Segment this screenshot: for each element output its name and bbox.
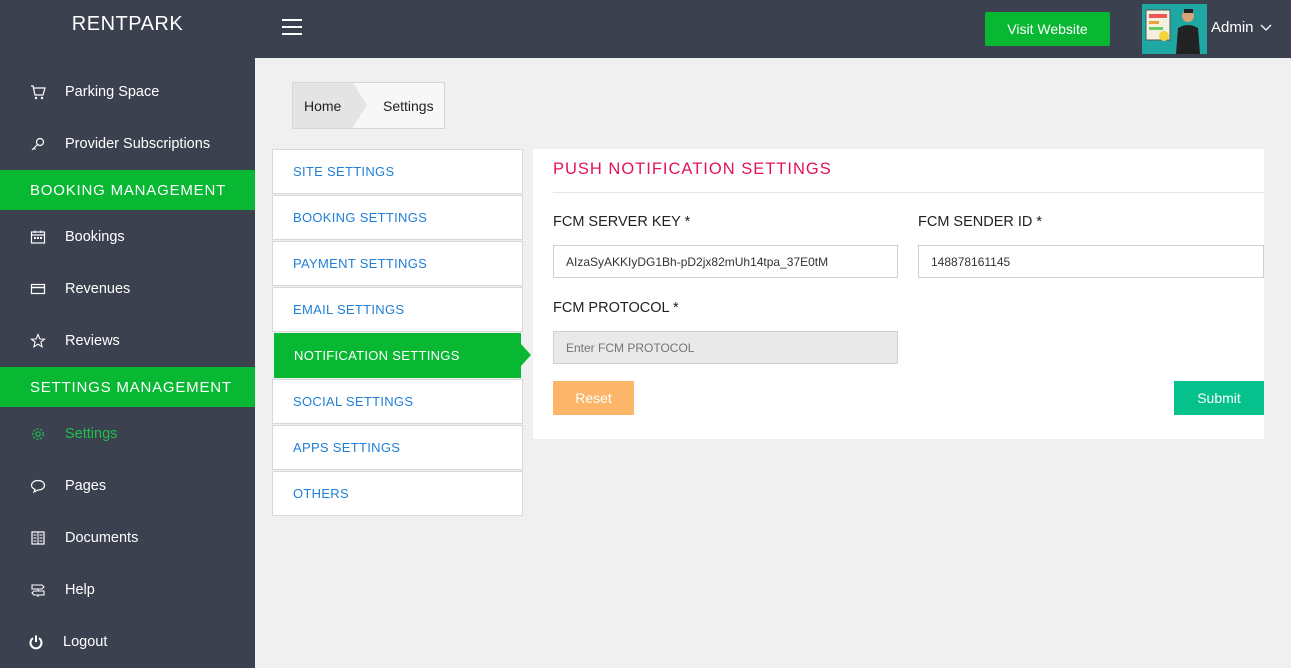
- tab-notification-settings[interactable]: NOTIFICATION SETTINGS: [274, 333, 531, 378]
- tab-site-settings[interactable]: SITE SETTINGS: [272, 149, 523, 194]
- visit-website-button[interactable]: Visit Website: [985, 12, 1110, 46]
- sidebar-item-label: Help: [65, 582, 95, 598]
- tab-social-settings[interactable]: SOCIAL SETTINGS: [272, 379, 523, 424]
- sidebar-item-label: Documents: [65, 530, 139, 546]
- user-name: Admin: [1211, 19, 1254, 36]
- sidebar-item-label: Logout: [63, 634, 108, 650]
- tab-apps-settings[interactable]: APPS SETTINGS: [272, 425, 523, 470]
- sidebar-item-help[interactable]: Help: [0, 570, 255, 610]
- fcm-protocol-label: FCM PROTOCOL *: [553, 300, 679, 316]
- cart-icon: [29, 83, 47, 101]
- submit-button[interactable]: Submit: [1174, 381, 1264, 415]
- reset-button[interactable]: Reset: [553, 381, 634, 415]
- push-notification-panel: PUSH NOTIFICATION SETTINGS FCM SERVER KE…: [533, 149, 1264, 439]
- gear-icon: [29, 425, 47, 443]
- sidebar-item-pages[interactable]: Pages: [0, 466, 255, 506]
- fcm-server-key-input[interactable]: [553, 245, 898, 278]
- hamburger-menu-icon[interactable]: [282, 19, 302, 37]
- signpost-icon: [29, 581, 47, 599]
- user-menu[interactable]: Admin: [1211, 19, 1272, 36]
- sidebar-item-label: Settings: [65, 426, 118, 442]
- power-icon: [27, 633, 45, 651]
- sidebar-item-revenues[interactable]: Revenues: [0, 269, 255, 309]
- sidebar-item-bookings[interactable]: Bookings: [0, 217, 255, 257]
- book-icon: [29, 529, 47, 547]
- credit-card-icon: [29, 280, 47, 298]
- sidebar-item-label: Provider Subscriptions: [65, 136, 211, 152]
- top-bar: RENTPARK Visit Website Admin: [0, 0, 1291, 58]
- sidebar-item-label: Bookings: [65, 229, 125, 245]
- brand-logo[interactable]: RENTPARK: [0, 0, 255, 58]
- sidebar-item-settings[interactable]: Settings: [0, 414, 255, 454]
- section-booking-management: BOOKING MANAGEMENT: [0, 170, 255, 210]
- section-settings-management: SETTINGS MANAGEMENT: [0, 367, 255, 407]
- fcm-sender-id-input[interactable]: [918, 245, 1264, 278]
- tab-payment-settings[interactable]: PAYMENT SETTINGS: [272, 241, 523, 286]
- star-icon: [29, 332, 47, 350]
- fcm-server-key-label: FCM SERVER KEY *: [553, 214, 691, 230]
- sidebar: Parking Space Provider Subscriptions BOO…: [0, 58, 255, 668]
- breadcrumb-home[interactable]: Home: [293, 83, 367, 128]
- chevron-down-icon: [1260, 24, 1271, 31]
- sidebar-item-documents[interactable]: Documents: [0, 518, 255, 558]
- sidebar-item-label: Pages: [65, 478, 107, 494]
- sidebar-item-label: Reviews: [65, 333, 120, 349]
- panel-divider: [553, 192, 1264, 193]
- tab-others[interactable]: OTHERS: [272, 471, 523, 516]
- fcm-sender-id-label: FCM SENDER ID *: [918, 214, 1043, 230]
- breadcrumb: Home Settings: [292, 82, 445, 129]
- calendar-icon: [29, 228, 47, 246]
- tab-email-settings[interactable]: EMAIL SETTINGS: [272, 287, 523, 332]
- sidebar-item-label: Revenues: [65, 281, 131, 297]
- avatar[interactable]: [1142, 4, 1207, 54]
- tab-booking-settings[interactable]: BOOKING SETTINGS: [272, 195, 523, 240]
- sidebar-item-label: Parking Space: [65, 84, 160, 100]
- sidebar-item-reviews[interactable]: Reviews: [0, 321, 255, 361]
- key-icon: [29, 135, 47, 153]
- panel-title: PUSH NOTIFICATION SETTINGS: [553, 160, 832, 178]
- sidebar-item-logout[interactable]: Logout: [0, 622, 255, 662]
- sidebar-item-provider-subscriptions[interactable]: Provider Subscriptions: [0, 124, 255, 164]
- sidebar-item-parking-space[interactable]: Parking Space: [0, 72, 255, 112]
- chat-bubble-icon: [29, 477, 47, 495]
- settings-tabs: SITE SETTINGS BOOKING SETTINGS PAYMENT S…: [272, 149, 531, 517]
- fcm-protocol-input[interactable]: [553, 331, 898, 364]
